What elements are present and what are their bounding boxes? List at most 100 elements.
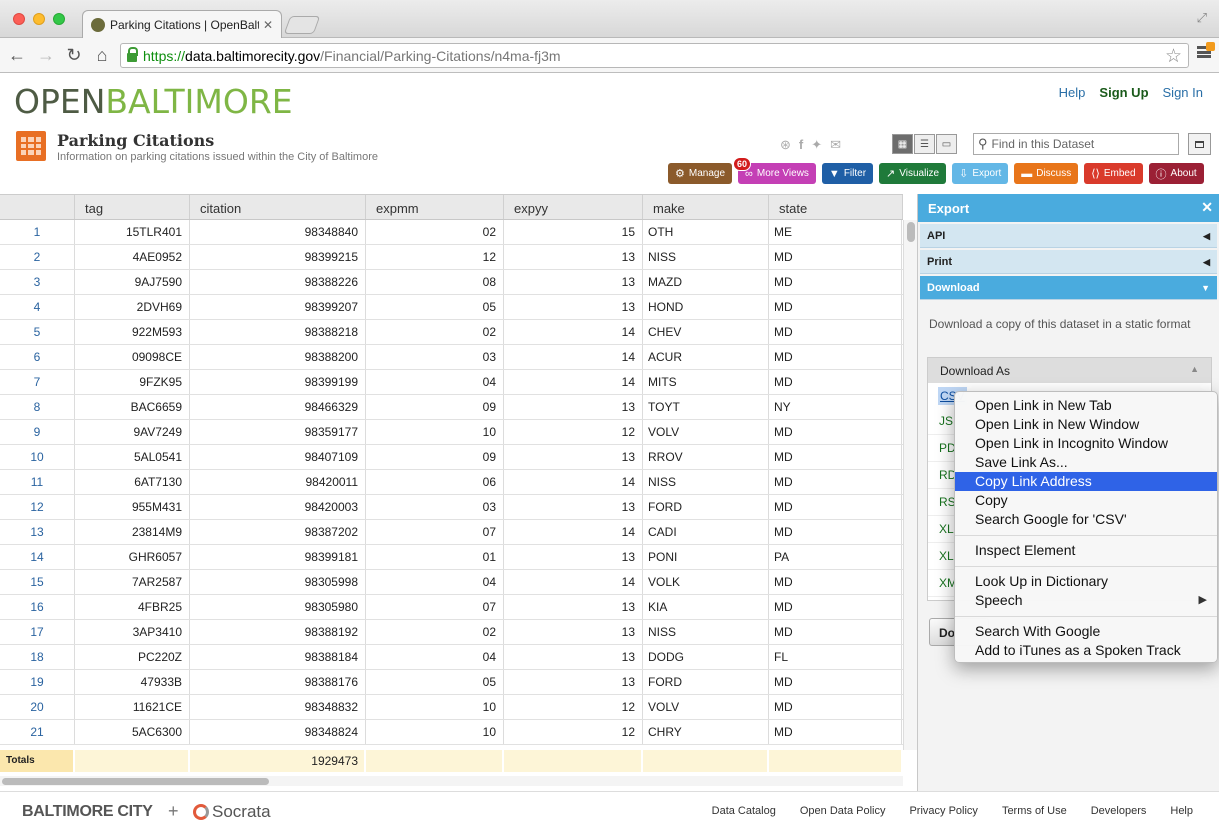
footer-link[interactable]: Privacy Policy [909,805,977,817]
row-number[interactable]: 8 [0,395,75,419]
row-number[interactable]: 7 [0,370,75,394]
table-row[interactable]: 4 2DVH69 98399207 05 13 HOND MD [0,295,903,320]
row-number[interactable]: 11 [0,470,75,494]
row-number[interactable]: 19 [0,670,75,694]
help-link[interactable]: Help [1059,85,1086,100]
table-row[interactable]: 11 6AT7130 98420011 06 14 NISS MD [0,470,903,495]
action-filter-button[interactable]: ▼ Filter [821,163,874,184]
context-menu-item[interactable]: Copy [955,491,1217,510]
accordion-print[interactable]: Print ◀ [920,250,1217,274]
collapse-header-button[interactable] [1188,133,1211,155]
row-number[interactable]: 10 [0,445,75,469]
list-view-icon[interactable]: ☰ [914,134,935,154]
facebook-icon[interactable]: f [799,137,803,153]
grid-view-icon[interactable]: ▦ [892,134,913,154]
row-number[interactable]: 20 [0,695,75,719]
context-menu-item[interactable]: Speech ▶ [955,591,1217,610]
footer-link[interactable]: Developers [1091,805,1147,817]
table-row[interactable]: 16 4FBR25 98305980 07 13 KIA MD [0,595,903,620]
grid-vertical-scrollbar[interactable] [903,220,917,750]
column-header-expyy[interactable]: expyy [504,195,643,219]
email-icon[interactable]: ✉ [830,137,841,153]
new-tab-button[interactable] [283,16,321,34]
back-icon[interactable]: ← [6,44,28,66]
context-menu-item[interactable]: Open Link in New Window [955,415,1217,434]
reload-icon[interactable]: ↻ [63,44,85,66]
row-number[interactable]: 12 [0,495,75,519]
footer-link[interactable]: Data Catalog [712,805,776,817]
footer-link[interactable]: Terms of Use [1002,805,1067,817]
context-menu-item[interactable]: Search With Google [955,622,1217,641]
open-baltimore-logo[interactable]: OPENBALTIMORE [14,82,293,121]
row-number[interactable]: 6 [0,345,75,369]
column-header-citation[interactable]: citation [190,195,366,219]
column-header-state[interactable]: state [769,195,903,219]
table-row[interactable]: 21 5AC6300 98348824 10 12 CHRY MD [0,720,903,745]
table-row[interactable]: 10 5AL0541 98407109 09 13 RROV MD [0,445,903,470]
row-number[interactable]: 17 [0,620,75,644]
action-visualize-button[interactable]: ↗ Visualize [879,163,947,184]
footer-link[interactable]: Open Data Policy [800,805,886,817]
tab-close-icon[interactable]: ✕ [263,18,273,32]
signin-link[interactable]: Sign In [1163,85,1203,100]
column-header-tag[interactable]: tag [75,195,190,219]
column-header-expmm[interactable]: expmm [366,195,504,219]
table-row[interactable]: 18 PC220Z 98388184 04 13 DODG FL [0,645,903,670]
address-bar[interactable]: https:// data.baltimorecity.gov /Financi… [120,43,1189,68]
download-as-header[interactable]: Download As ▲ [928,358,1211,383]
footer-link[interactable]: Help [1170,805,1193,817]
row-number[interactable]: 5 [0,320,75,344]
table-row[interactable]: 20 11621CE 98348832 10 12 VOLV MD [0,695,903,720]
row-number[interactable]: 15 [0,570,75,594]
action-export-button[interactable]: ⇩ Export [952,163,1009,184]
table-row[interactable]: 9 9AV7249 98359177 10 12 VOLV MD [0,420,903,445]
horizontal-scroll-thumb[interactable] [2,778,269,785]
table-row[interactable]: 14 GHR6057 98399181 01 13 PONI PA [0,545,903,570]
context-menu-item[interactable]: Save Link As... [955,453,1217,472]
context-menu-item[interactable]: Open Link in New Tab [955,396,1217,415]
table-row[interactable]: 6 09098CE 98388200 03 14 ACUR MD [0,345,903,370]
table-row[interactable]: 1 15TLR401 98348840 02 15 OTH ME [0,220,903,245]
context-menu-item[interactable]: Look Up in Dictionary [955,572,1217,591]
table-row[interactable]: 19 47933B 98388176 05 13 FORD MD [0,670,903,695]
row-number[interactable]: 21 [0,720,75,744]
page-view-icon[interactable]: ▭ [936,134,957,154]
context-menu-item[interactable]: Search Google for 'CSV' [955,510,1217,529]
twitter-icon[interactable]: ✦ [811,137,822,153]
table-row[interactable]: 2 4AE0952 98399215 12 13 NISS MD [0,245,903,270]
accordion-api[interactable]: API ◀ [920,224,1217,248]
fullscreen-icon[interactable]: ⤢ [1197,10,1207,26]
context-menu-item[interactable]: Add to iTunes as a Spoken Track [955,641,1217,660]
action-manage-button[interactable]: ⚙ Manage [668,163,733,184]
row-number[interactable]: 4 [0,295,75,319]
table-row[interactable]: 8 BAC6659 98466329 09 13 TOYT NY [0,395,903,420]
row-number[interactable]: 13 [0,520,75,544]
action-more-views-button[interactable]: ∞ More Views 60 [733,157,816,184]
row-number[interactable]: 18 [0,645,75,669]
rss-icon[interactable]: ⊛ [780,137,791,153]
bookmark-star-icon[interactable]: ☆ [1165,45,1182,68]
window-minimize-button[interactable] [33,13,45,25]
context-menu-item[interactable]: Open Link in Incognito Window [955,434,1217,453]
signup-link[interactable]: Sign Up [1099,85,1148,100]
table-row[interactable]: 17 3AP3410 98388192 02 13 NISS MD [0,620,903,645]
find-input[interactable] [991,137,1172,151]
table-row[interactable]: 15 7AR2587 98305998 04 14 VOLK MD [0,570,903,595]
column-header-make[interactable]: make [643,195,769,219]
home-icon[interactable]: ⌂ [91,44,113,66]
forward-icon[interactable]: → [35,44,57,66]
action-about-button[interactable]: ⓘ About [1148,163,1204,184]
vertical-scroll-thumb[interactable] [907,222,915,242]
context-menu-item[interactable]: Inspect Element [955,541,1217,560]
row-number[interactable]: 3 [0,270,75,294]
accordion-download[interactable]: Download ▼ [920,276,1217,300]
panel-close-icon[interactable]: ✕ [1201,199,1213,216]
table-row[interactable]: 3 9AJ7590 98388226 08 13 MAZD MD [0,270,903,295]
context-menu-item[interactable]: Copy Link Address [955,472,1217,491]
row-number[interactable]: 9 [0,420,75,444]
row-number[interactable]: 2 [0,245,75,269]
action-embed-button[interactable]: ⟨⟩ Embed [1084,163,1143,184]
window-zoom-button[interactable] [53,13,65,25]
table-row[interactable]: 12 955M431 98420003 03 13 FORD MD [0,495,903,520]
table-row[interactable]: 7 9FZK95 98399199 04 14 MITS MD [0,370,903,395]
